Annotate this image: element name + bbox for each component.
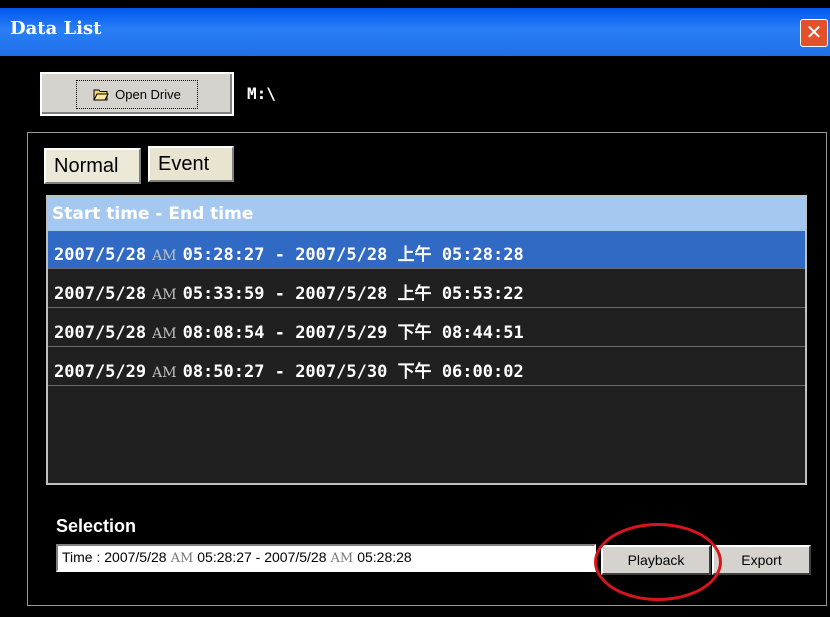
selection-start-ampm: AM	[170, 551, 194, 566]
drive-path: M:\	[247, 84, 276, 103]
list-item[interactable]: 2007/5/28 AM 05:28:27 - 2007/5/28 上午 05:28…	[48, 231, 805, 269]
selection-end-date: 2007/5/28	[264, 549, 327, 565]
close-icon: ✕	[805, 20, 823, 44]
list-item-text: 2007/5/29 AM 08:50:27 - 2007/5/30 下午 06:00…	[54, 362, 524, 382]
close-button[interactable]: ✕	[800, 19, 828, 47]
start-time: 05:28:27	[182, 245, 265, 265]
end-ampm: 下午	[397, 323, 432, 343]
list-header[interactable]: Start time - End time	[48, 197, 805, 231]
end-date: 2007/5/29	[295, 323, 388, 343]
start-ampm: AM	[152, 326, 177, 342]
selection-time-field[interactable]: Time : 2007/5/28 AM 05:28:27 - 2007/5/28 AM…	[56, 544, 596, 572]
end-date: 2007/5/28	[295, 284, 388, 304]
list-item[interactable]: 2007/5/28 AM 05:33:59 - 2007/5/28 上午 05:53…	[48, 270, 805, 308]
open-drive-button-focus: Open Drive	[76, 79, 198, 109]
selection-end-time: 05:28:28	[357, 549, 412, 565]
end-date: 2007/5/28	[295, 245, 388, 265]
title-bar[interactable]: Data List ✕	[0, 8, 830, 56]
end-date: 2007/5/30	[295, 362, 388, 382]
export-button[interactable]: Export	[712, 545, 811, 575]
tab-event[interactable]: Event	[148, 146, 234, 182]
selection-end-ampm: AM	[330, 551, 354, 566]
list-header-label: Start time - End time	[52, 204, 254, 224]
selection-separator: -	[251, 549, 265, 565]
start-time: 08:50:27	[182, 362, 265, 382]
end-time: 08:44:51	[441, 323, 524, 343]
start-date: 2007/5/29	[54, 362, 147, 382]
record-list[interactable]: Start time - End time 2007/5/28 AM 05:28:2…	[46, 195, 807, 485]
end-ampm: 上午	[397, 284, 432, 304]
end-time: 05:53:22	[441, 284, 524, 304]
window-title: Data List	[10, 18, 102, 39]
open-drive-label: Open Drive	[115, 86, 181, 102]
start-time: 05:33:59	[182, 284, 265, 304]
list-item-text: 2007/5/28 AM 08:08:54 - 2007/5/29 下午 08:44…	[54, 323, 524, 343]
end-time: 06:00:02	[441, 362, 524, 382]
list-item[interactable]: 2007/5/28 AM 08:08:54 - 2007/5/29 下午 08:44…	[48, 309, 805, 347]
end-ampm: 下午	[397, 362, 432, 382]
list-item-text: 2007/5/28 AM 05:33:59 - 2007/5/28 上午 05:53…	[54, 284, 524, 304]
tab-normal[interactable]: Normal	[44, 148, 141, 184]
folder-open-icon	[93, 88, 109, 101]
list-item-text: 2007/5/28 AM 05:28:27 - 2007/5/28 上午 05:28…	[54, 245, 524, 265]
start-date: 2007/5/28	[54, 323, 147, 343]
list-item[interactable]: 2007/5/29 AM 08:50:27 - 2007/5/30 下午 06:00…	[48, 348, 805, 386]
playback-button[interactable]: Playback	[601, 545, 711, 575]
start-ampm: AM	[152, 248, 177, 264]
end-time: 05:28:28	[441, 245, 524, 265]
selection-start-time: 05:28:27	[197, 549, 252, 565]
data-list-window: Data List ✕ Open Drive M:\ Normal Event …	[0, 0, 830, 617]
start-ampm: AM	[152, 287, 177, 303]
start-date: 2007/5/28	[54, 245, 147, 265]
open-drive-button[interactable]: Open Drive	[40, 72, 234, 116]
end-ampm: 上午	[397, 245, 432, 265]
start-date: 2007/5/28	[54, 284, 147, 304]
start-ampm: AM	[152, 365, 177, 381]
start-time: 08:08:54	[182, 323, 265, 343]
selection-start-date: 2007/5/28	[104, 549, 167, 565]
selection-prefix: Time :	[62, 549, 105, 565]
selection-label: Selection	[56, 516, 137, 536]
